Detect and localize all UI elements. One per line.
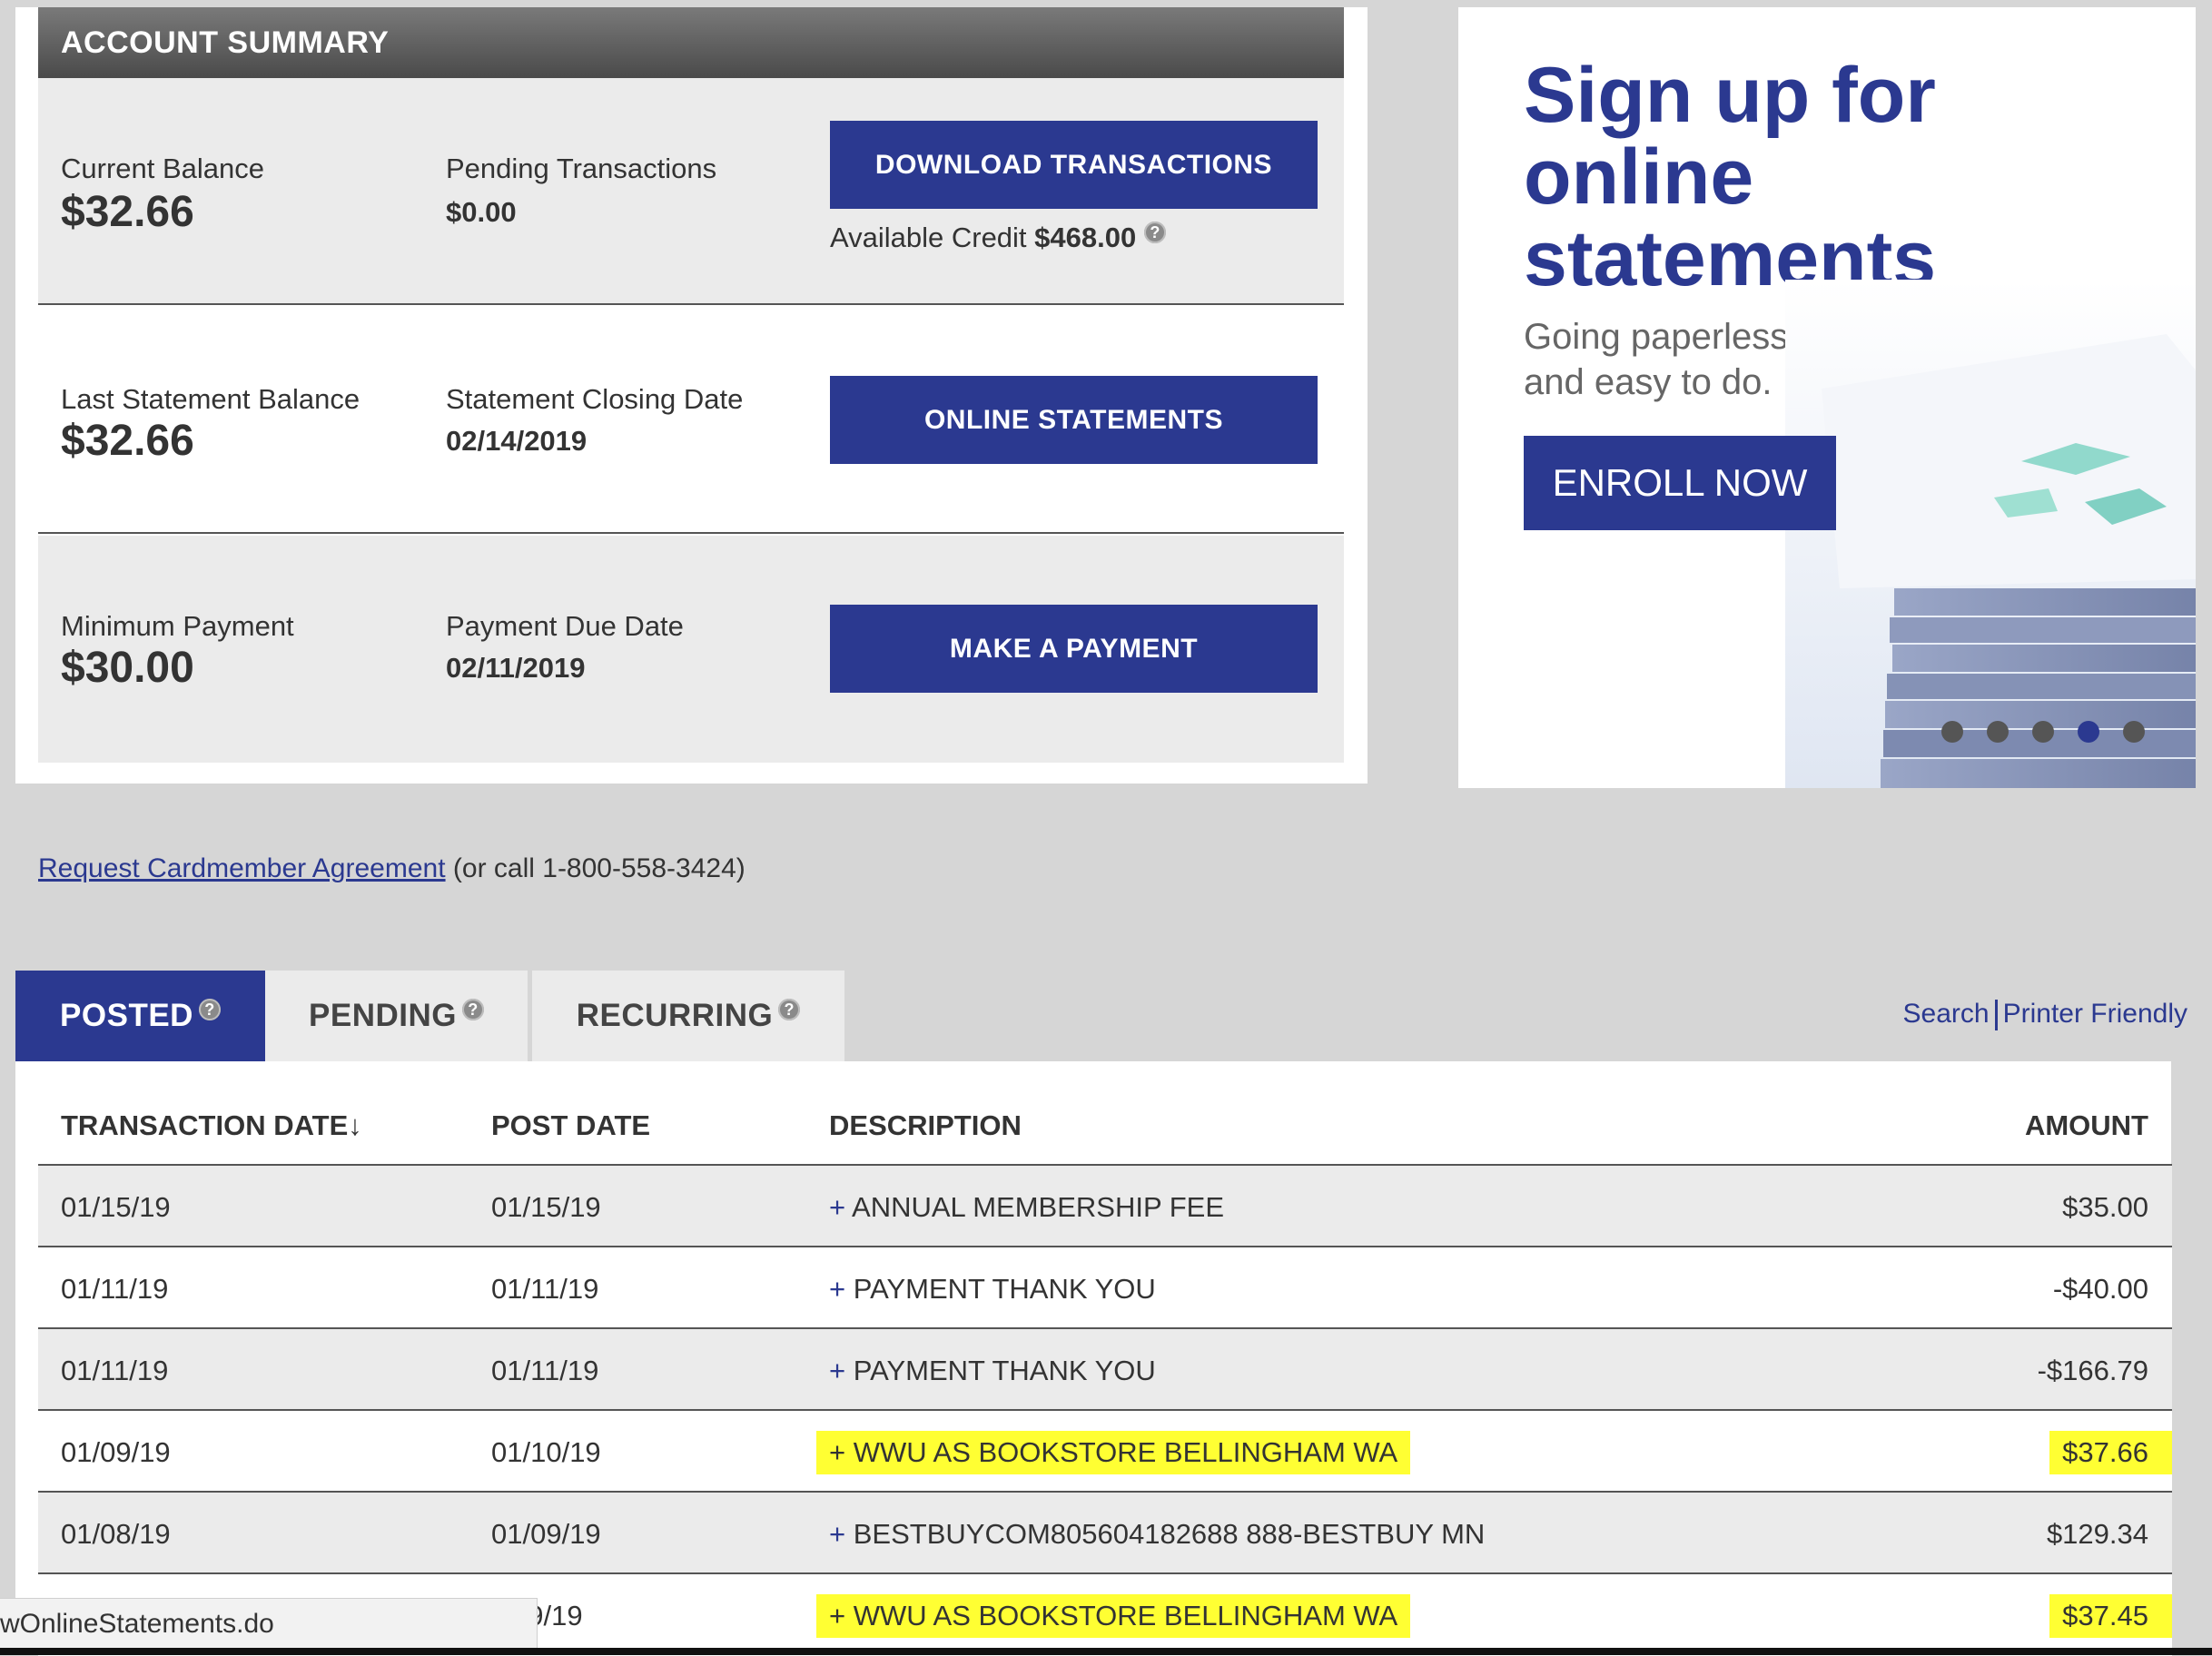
post-date-cell: 01/09/19 [491, 1518, 601, 1550]
transaction-date-cell: 01/15/19 [61, 1191, 171, 1223]
post-date-cell: 01/15/19 [491, 1191, 601, 1223]
description-cell[interactable]: + PAYMENT THANK YOU [829, 1273, 1156, 1306]
search-link[interactable]: Search [1903, 999, 1990, 1029]
statement-closing-date-label: Statement Closing Date [446, 383, 744, 415]
expand-icon[interactable]: + [829, 1436, 845, 1468]
amount-cell-highlighted: $37.66 [2049, 1431, 2172, 1474]
pending-transactions-label: Pending Transactions [446, 153, 717, 184]
online-statements-button[interactable]: ONLINE STATEMENTS [830, 376, 1318, 464]
statement-closing-date-value: 02/14/2019 [446, 425, 588, 457]
expand-icon[interactable]: + [829, 1355, 845, 1386]
cardmember-agreement: Request Cardmember Agreement (or call 1-… [38, 853, 746, 884]
available-credit: Available Credit $468.00 ? [830, 222, 1166, 254]
carousel-dot-5[interactable] [2123, 721, 2145, 743]
enroll-now-button[interactable]: ENROLL NOW [1524, 436, 1836, 530]
available-credit-value: $468.00 [1034, 222, 1137, 253]
tab-recurring-label: RECURRING [576, 998, 774, 1033]
printer-friendly-link[interactable]: Printer Friendly [2003, 999, 2187, 1029]
pending-transactions-value: $0.00 [446, 196, 517, 228]
table-row[interactable]: 01/11/19 01/11/19 + PAYMENT THANK YOU -$… [38, 1329, 2172, 1411]
transaction-date-cell: 01/11/19 [61, 1355, 169, 1386]
description-text: ANNUAL MEMBERSHIP FEE [852, 1191, 1224, 1223]
current-balance-label: Current Balance [61, 153, 265, 184]
download-transactions-button[interactable]: DOWNLOAD TRANSACTIONS [830, 121, 1318, 209]
carousel-dot-2[interactable] [1987, 721, 2009, 743]
link-separator [1994, 1000, 1998, 1031]
amount-cell: -$166.79 [2037, 1355, 2148, 1386]
agreement-phone-text: (or call 1-800-558-3424) [452, 853, 746, 883]
last-statement-balance-label: Last Statement Balance [61, 383, 360, 415]
available-credit-help-icon[interactable]: ? [1143, 222, 1166, 243]
current-balance-value: $32.66 [61, 188, 194, 236]
minimum-payment-label: Minimum Payment [61, 610, 294, 642]
table-row[interactable]: 01/09/19 01/10/19 + WWU AS BOOKSTORE BEL… [38, 1411, 2172, 1493]
tab-pending[interactable]: PENDING ? [265, 971, 530, 1061]
amount-cell: -$40.00 [2052, 1273, 2148, 1305]
post-date-cell: 01/11/19 [491, 1273, 599, 1305]
tab-posted-label: POSTED [60, 998, 193, 1033]
expand-icon[interactable]: + [829, 1273, 845, 1305]
description-cell[interactable]: + BESTBUYCOM805604182688 888-BESTBUY MN [829, 1518, 1485, 1551]
tab-pending-label: PENDING [309, 998, 457, 1033]
transaction-date-cell: 01/09/19 [61, 1436, 171, 1468]
description-text: BESTBUYCOM805604182688 888-BESTBUY MN [853, 1518, 1486, 1550]
make-a-payment-button[interactable]: MAKE A PAYMENT [830, 605, 1318, 693]
summary-row-payment: Minimum Payment $30.00 Payment Due Date … [38, 536, 1344, 763]
expand-icon[interactable]: + [829, 1518, 845, 1550]
table-row[interactable]: 01/08/19 01/09/19 + BESTBUYCOM8056041826… [38, 1493, 2172, 1574]
transaction-date-header-label: TRANSACTION DATE [61, 1109, 349, 1141]
promo-heading: Sign up for online statements [1524, 52, 1937, 302]
carousel-dot-1[interactable] [1941, 721, 1963, 743]
carousel-dot-4[interactable] [2078, 721, 2099, 743]
description-text: WWU AS BOOKSTORE BELLINGHAM WA [853, 1436, 1398, 1468]
description-cell[interactable]: + PAYMENT THANK YOU [829, 1355, 1156, 1387]
description-text: WWU AS BOOKSTORE BELLINGHAM WA [853, 1600, 1398, 1631]
payment-due-date-label: Payment Due Date [446, 610, 684, 642]
account-summary-title: ACCOUNT SUMMARY [38, 7, 1344, 78]
request-cardmember-agreement-link[interactable]: Request Cardmember Agreement [38, 853, 446, 883]
amount-cell: $35.00 [2062, 1191, 2148, 1223]
post-date-header[interactable]: POST DATE [491, 1109, 650, 1142]
description-header[interactable]: DESCRIPTION [829, 1109, 1022, 1142]
recurring-help-icon[interactable]: ? [778, 999, 801, 1020]
table-row[interactable]: 01/15/19 01/15/19 + ANNUAL MEMBERSHIP FE… [38, 1166, 2172, 1247]
posted-help-icon[interactable]: ? [198, 999, 221, 1020]
table-row[interactable]: 01/11/19 01/11/19 + PAYMENT THANK YOU -$… [38, 1247, 2172, 1329]
amount-cell: $129.34 [2046, 1518, 2148, 1550]
last-statement-balance-value: $32.66 [61, 417, 194, 465]
post-date-cell: 01/10/19 [491, 1436, 601, 1468]
payment-due-date-value: 02/11/2019 [446, 652, 586, 684]
transaction-date-header[interactable]: TRANSACTION DATE↓ [61, 1109, 362, 1142]
description-cell-highlighted[interactable]: + WWU AS BOOKSTORE BELLINGHAM WA [816, 1594, 1411, 1638]
available-credit-label: Available Credit [830, 222, 1027, 253]
carousel-dots [1941, 721, 2145, 743]
summary-row-balance: Current Balance $32.66 Pending Transacti… [38, 78, 1344, 305]
browser-status-url: wOnlineStatements.do [0, 1598, 538, 1649]
pending-help-icon[interactable]: ? [461, 999, 484, 1020]
expand-icon[interactable]: + [829, 1191, 845, 1223]
online-statements-promo[interactable]: Sign up for online statements Going pape… [1458, 7, 2196, 788]
transaction-tools: Search Printer Friendly [1903, 999, 2187, 1031]
summary-row-statement: Last Statement Balance $32.66 Statement … [38, 307, 1344, 534]
tab-recurring[interactable]: RECURRING ? [532, 971, 844, 1061]
post-date-cell: 01/11/19 [491, 1355, 599, 1386]
window-bottom-edge [0, 1648, 2212, 1655]
minimum-payment-value: $30.00 [61, 644, 194, 692]
carousel-dot-3[interactable] [2032, 721, 2054, 743]
tab-posted[interactable]: POSTED ? [15, 971, 265, 1061]
description-cell-highlighted[interactable]: + WWU AS BOOKSTORE BELLINGHAM WA [816, 1431, 1411, 1474]
description-text: PAYMENT THANK YOU [853, 1273, 1156, 1305]
paper-stack-illustration [1785, 280, 2196, 788]
description-text: PAYMENT THANK YOU [853, 1355, 1156, 1386]
amount-header[interactable]: AMOUNT [2025, 1109, 2148, 1142]
description-cell[interactable]: + ANNUAL MEMBERSHIP FEE [829, 1191, 1224, 1224]
sort-descending-icon: ↓ [348, 1109, 362, 1141]
expand-icon[interactable]: + [829, 1600, 845, 1631]
amount-cell-highlighted: $37.45 [2049, 1594, 2172, 1638]
transaction-date-cell: 01/11/19 [61, 1273, 169, 1305]
transactions-table-header: TRANSACTION DATE↓ POST DATE DESCRIPTION … [38, 1084, 2172, 1166]
transaction-date-cell: 01/08/19 [61, 1518, 171, 1550]
